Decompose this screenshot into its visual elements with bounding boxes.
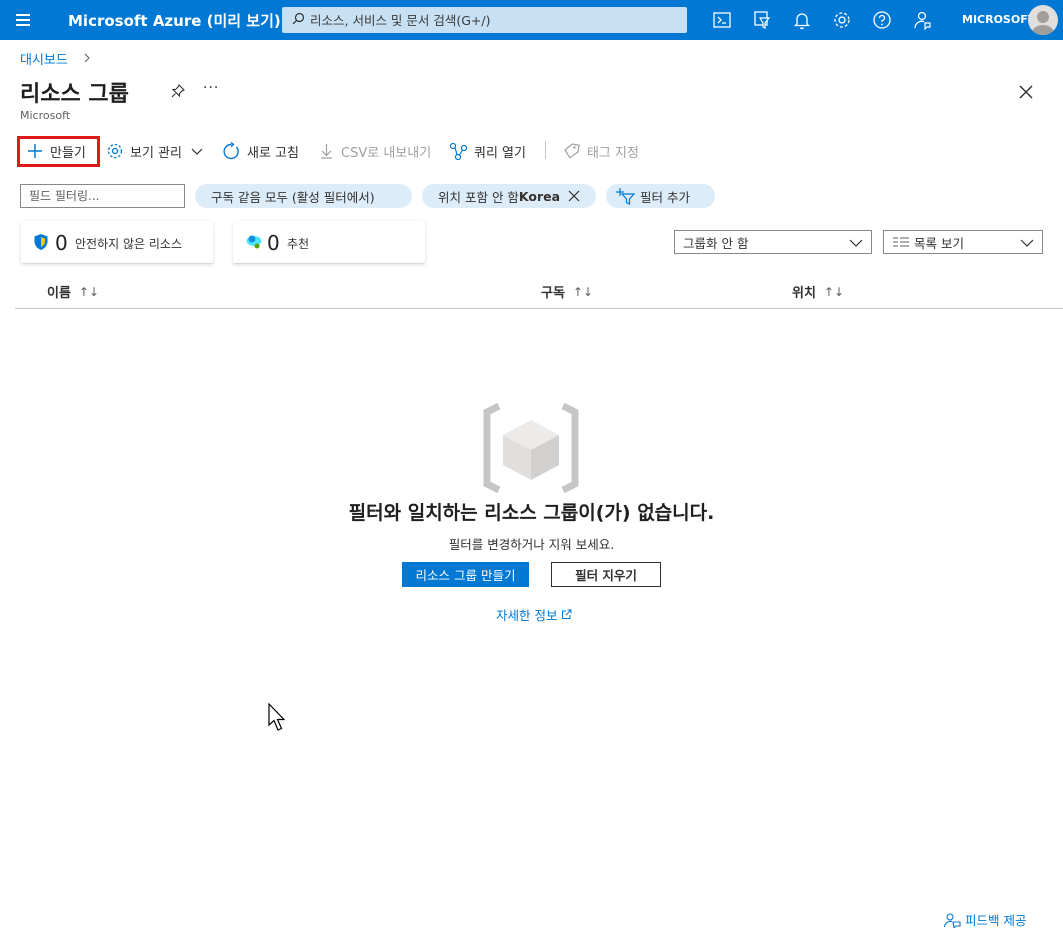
- view-dropdown[interactable]: 목록 보기: [883, 230, 1043, 254]
- feedback-icon[interactable]: [911, 9, 933, 31]
- clear-filters-button[interactable]: 필터 지우기: [551, 562, 661, 587]
- add-filter-icon: [616, 188, 636, 205]
- refresh-label: 새로 고침: [247, 145, 299, 161]
- tag-icon: [564, 142, 580, 159]
- external-link-icon: [562, 609, 572, 619]
- chevron-down-icon: [849, 239, 863, 247]
- create-button[interactable]: 만들기: [26, 139, 86, 163]
- search-input[interactable]: [310, 7, 680, 33]
- assign-tags-button[interactable]: 태그 지정: [562, 139, 639, 163]
- cloud-shell-icon[interactable]: [711, 9, 733, 31]
- learn-more-label: 자세한 정보: [496, 608, 558, 623]
- column-subscription-label: 구독: [541, 286, 565, 301]
- list-view-icon: [893, 237, 909, 247]
- account-name[interactable]: MICROSOFT: [962, 13, 1035, 26]
- give-feedback-link[interactable]: 피드백 제공: [943, 910, 1026, 929]
- close-icon[interactable]: [1018, 84, 1034, 100]
- insecure-label: 안전하지 않은 리소스: [75, 237, 182, 251]
- column-header-subscription[interactable]: 구독 ↑↓: [541, 282, 594, 302]
- column-header-location[interactable]: 위치 ↑↓: [792, 282, 845, 302]
- chevron-right-icon: [84, 53, 90, 63]
- remove-filter-icon[interactable]: [568, 190, 580, 202]
- refresh-button[interactable]: 새로 고침: [222, 139, 299, 163]
- table-header-divider: [15, 308, 1063, 309]
- location-filter-pill[interactable]: 위치 포함 안 함 Korea: [422, 184, 596, 208]
- query-icon: [449, 142, 468, 160]
- menu-icon[interactable]: [12, 10, 36, 30]
- subscription-filter-pill[interactable]: 구독 같음 모두 (활성 필터에서): [195, 184, 412, 208]
- chevron-down-icon: [1020, 239, 1034, 247]
- location-filter-prefix: 위치 포함 안 함: [438, 189, 519, 205]
- download-icon: [321, 144, 332, 159]
- column-name-label: 이름: [47, 286, 71, 301]
- export-csv-button[interactable]: CSV로 내보내기: [318, 139, 431, 163]
- command-divider: [545, 141, 546, 159]
- advisor-cloud-icon: [246, 235, 262, 249]
- directory-filter-icon[interactable]: [751, 9, 773, 31]
- recommendations-count: 0: [267, 231, 280, 255]
- user-icon: [1032, 11, 1054, 35]
- column-location-label: 위치: [792, 286, 816, 301]
- manage-view-label: 보기 관리: [130, 145, 182, 161]
- recommendations-card[interactable]: 0 추천: [233, 221, 425, 263]
- create-resource-group-button[interactable]: 리소스 그룹 만들기: [402, 562, 529, 587]
- export-csv-label: CSV로 내보내기: [341, 145, 432, 161]
- sort-icon: ↑↓: [572, 284, 594, 299]
- top-bar: Microsoft Azure (미리 보기) MICROSOFT: [0, 0, 1063, 40]
- mouse-pointer-icon: [268, 703, 286, 731]
- add-filter-label: 필터 추가: [640, 189, 690, 205]
- gear-icon: [107, 143, 123, 159]
- global-search[interactable]: [282, 7, 687, 33]
- resource-group-icon: [483, 402, 579, 494]
- empty-state-subtitle: 필터를 변경하거나 지워 보세요.: [448, 537, 615, 552]
- page-title: 리소스 그룹: [20, 82, 129, 107]
- refresh-icon: [223, 141, 239, 159]
- grouping-dropdown[interactable]: 그룹화 안 함: [674, 230, 872, 254]
- create-label: 만들기: [50, 145, 86, 161]
- breadcrumb-dashboard[interactable]: 대시보드: [20, 49, 68, 68]
- insecure-count: 0: [55, 231, 68, 255]
- empty-state-title: 필터와 일치하는 리소스 그룹이(가) 없습니다.: [348, 502, 715, 524]
- feedback-label: 피드백 제공: [965, 913, 1027, 928]
- chevron-down-icon: [191, 148, 203, 155]
- more-options-button[interactable]: ···: [203, 80, 219, 96]
- view-value: 목록 보기: [914, 235, 964, 251]
- add-filter-pill[interactable]: 필터 추가: [606, 184, 715, 208]
- open-query-button[interactable]: 쿼리 열기: [449, 139, 526, 163]
- search-icon: [292, 12, 305, 25]
- grouping-value: 그룹화 안 함: [683, 235, 749, 251]
- location-filter-value: Korea: [518, 188, 561, 204]
- sort-icon: ↑↓: [823, 284, 845, 299]
- page-subtitle: Microsoft: [20, 109, 71, 122]
- field-filter-input[interactable]: [20, 184, 185, 208]
- plus-icon: [28, 144, 42, 158]
- assign-tags-label: 태그 지정: [587, 145, 639, 161]
- column-header-name[interactable]: 이름 ↑↓: [47, 282, 100, 302]
- feedback-icon: [943, 912, 961, 928]
- notifications-icon[interactable]: [791, 9, 813, 31]
- shield-icon: [34, 234, 48, 250]
- manage-view-button[interactable]: 보기 관리: [106, 139, 204, 163]
- help-icon[interactable]: [871, 9, 893, 31]
- subscription-filter-label: 구독 같음 모두 (활성 필터에서): [211, 189, 375, 205]
- learn-more-link[interactable]: 자세한 정보: [496, 605, 572, 624]
- sort-icon: ↑↓: [78, 284, 100, 299]
- recommendations-label: 추천: [287, 237, 310, 251]
- insecure-resources-card[interactable]: 0 안전하지 않은 리소스: [21, 221, 213, 263]
- settings-icon[interactable]: [831, 9, 853, 31]
- pin-icon[interactable]: [170, 83, 186, 99]
- open-query-label: 쿼리 열기: [474, 145, 526, 161]
- avatar[interactable]: [1028, 5, 1058, 35]
- portal-brand[interactable]: Microsoft Azure (미리 보기): [68, 10, 281, 31]
